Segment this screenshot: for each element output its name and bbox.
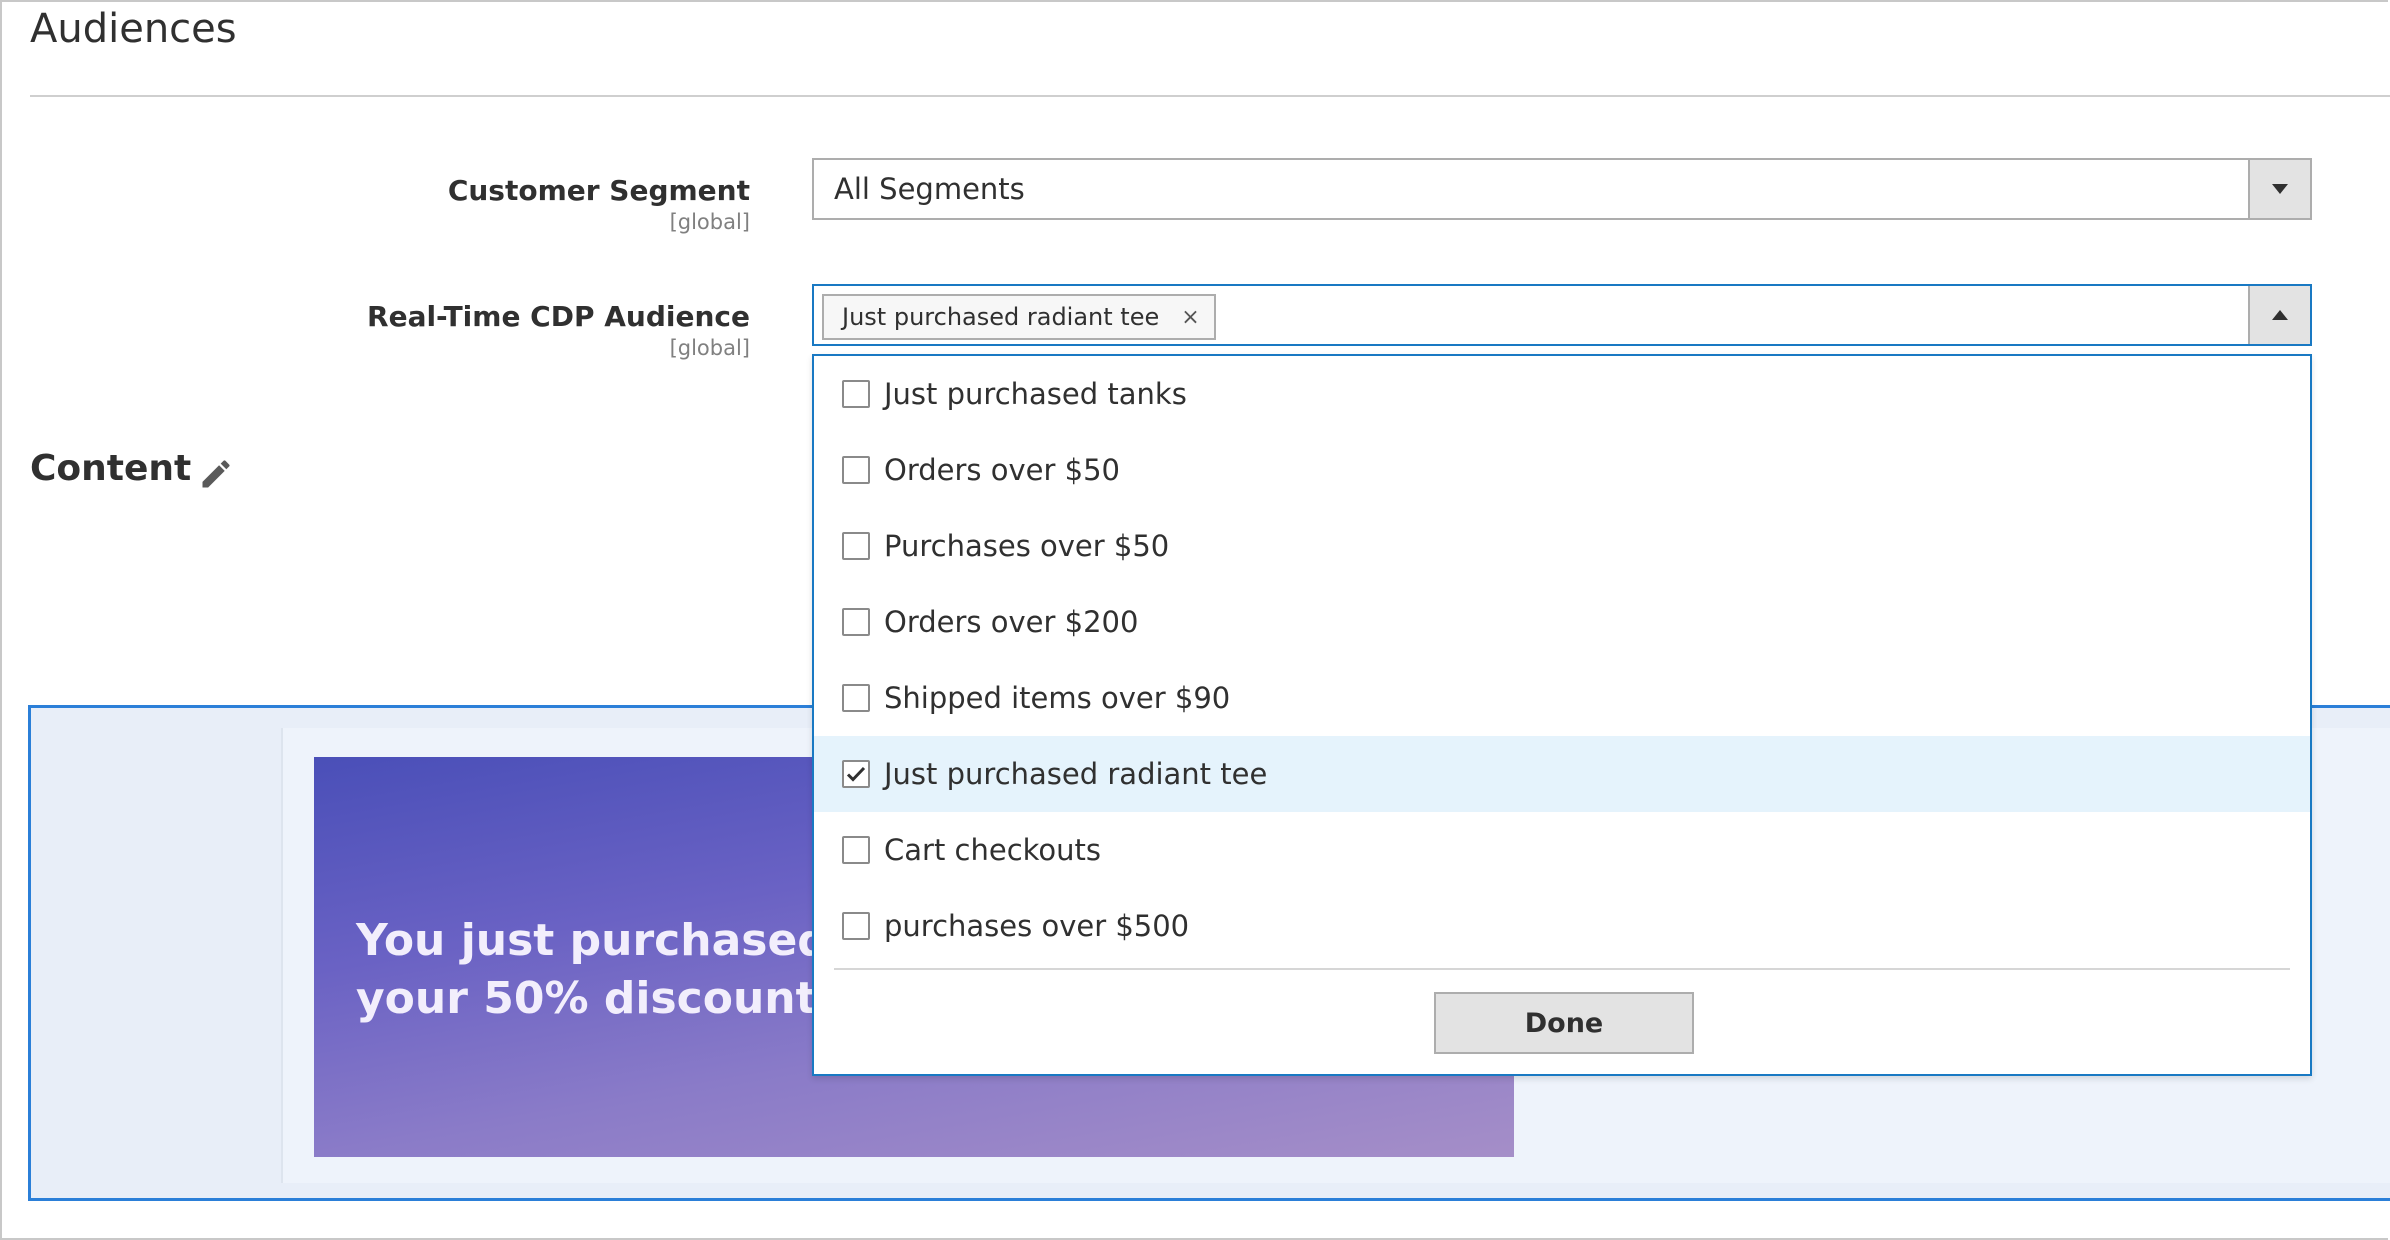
customer-segment-value: All Segments	[834, 172, 1025, 206]
option-checkbox[interactable]	[842, 684, 870, 712]
customer-segment-scope: [global]	[669, 210, 750, 234]
audience-option[interactable]: Orders over $200	[814, 584, 2310, 660]
option-label: Orders over $200	[884, 605, 1139, 639]
option-label: purchases over $500	[884, 909, 1190, 943]
section-divider	[30, 95, 2390, 97]
cdp-audience-label: Real-Time CDP Audience	[367, 300, 750, 333]
audience-option[interactable]: purchases over $500	[814, 888, 2310, 964]
option-checkbox[interactable]	[842, 912, 870, 940]
close-icon[interactable]: ×	[1181, 305, 1199, 330]
cdp-audience-toggle[interactable]	[2248, 286, 2310, 344]
audience-option[interactable]: Cart checkouts	[814, 812, 2310, 888]
pencil-icon[interactable]	[198, 456, 234, 492]
option-checkbox[interactable]	[842, 836, 870, 864]
content-title: Content	[30, 448, 192, 489]
done-button[interactable]: Done	[1434, 992, 1694, 1054]
customer-segment-label: Customer Segment	[447, 174, 750, 207]
option-label: Orders over $50	[884, 453, 1120, 487]
option-label: Cart checkouts	[884, 833, 1102, 867]
option-label: Just purchased radiant tee	[884, 757, 1268, 791]
option-label: Just purchased tanks	[884, 377, 1187, 411]
option-checkbox[interactable]	[842, 608, 870, 636]
option-checkbox[interactable]	[842, 456, 870, 484]
cdp-audience-dropdown: Just purchased tanks Orders over $50 Pur…	[812, 354, 2312, 1076]
dropdown-divider	[834, 968, 2290, 970]
audience-option[interactable]: Just purchased tanks	[814, 356, 2310, 432]
chevron-up-icon	[2272, 310, 2288, 320]
section-title: Audiences	[30, 6, 237, 52]
customer-segment-toggle[interactable]	[2248, 160, 2310, 218]
audience-option[interactable]: Shipped items over $90	[814, 660, 2310, 736]
audience-option[interactable]: Purchases over $50	[814, 508, 2310, 584]
cdp-audience-scope: [global]	[669, 336, 750, 360]
customer-segment-select[interactable]: All Segments	[812, 158, 2312, 220]
option-checkbox[interactable]	[842, 380, 870, 408]
checkmark-icon	[846, 766, 866, 782]
selected-audience-chip: Just purchased radiant tee ×	[822, 294, 1216, 340]
option-label: Purchases over $50	[884, 529, 1170, 563]
option-checkbox-checked[interactable]	[842, 760, 870, 788]
audience-option[interactable]: Orders over $50	[814, 432, 2310, 508]
audience-option-selected[interactable]: Just purchased radiant tee	[814, 736, 2310, 812]
cdp-audience-multiselect[interactable]: Just purchased radiant tee ×	[812, 284, 2312, 346]
option-label: Shipped items over $90	[884, 681, 1231, 715]
option-checkbox[interactable]	[842, 532, 870, 560]
chevron-down-icon	[2272, 184, 2288, 194]
chip-label: Just purchased radiant tee	[842, 303, 1160, 331]
